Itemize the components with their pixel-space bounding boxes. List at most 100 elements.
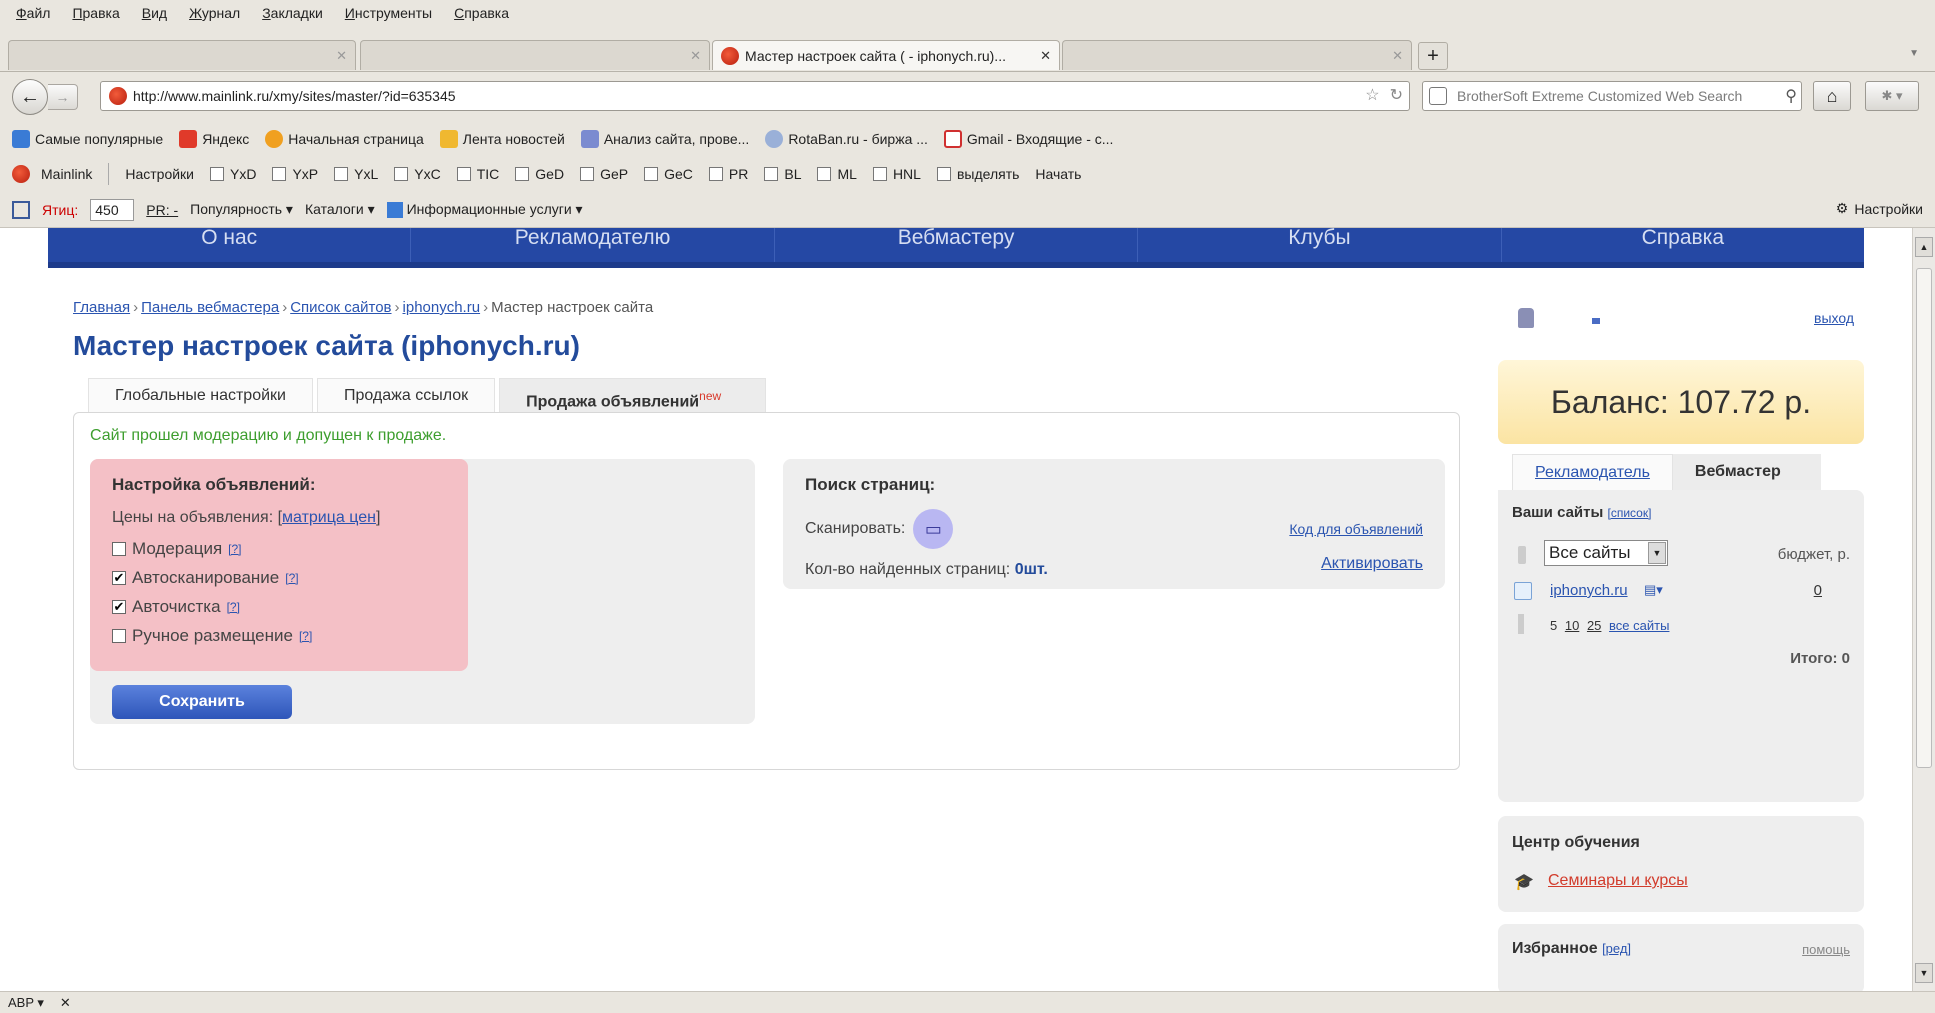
check-pr[interactable]: PR bbox=[708, 166, 748, 182]
site-link[interactable]: iphonych.ru bbox=[1550, 582, 1628, 599]
close-icon[interactable]: ✕ bbox=[690, 48, 701, 64]
activate-link[interactable]: Активировать bbox=[1321, 555, 1423, 573]
nav-clubs[interactable]: Клубы bbox=[1138, 228, 1502, 262]
browser-tab-4[interactable]: ✕ bbox=[1062, 40, 1412, 70]
search-box[interactable]: BrotherSoft Extreme Customized Web Searc… bbox=[1422, 81, 1802, 111]
nav-help[interactable]: Справка bbox=[1502, 228, 1864, 262]
scan-laptop-icon[interactable]: ▭ bbox=[913, 509, 954, 549]
check-gep[interactable]: GeP bbox=[580, 166, 628, 182]
breadcrumb-site[interactable]: iphonych.ru bbox=[403, 299, 481, 316]
start-button[interactable]: Начать bbox=[1035, 166, 1081, 182]
check-yxc[interactable]: YxC bbox=[394, 166, 441, 182]
menu-edit[interactable]: Правка bbox=[72, 5, 119, 21]
option-manual-placement[interactable]: Ручное размещение [?] bbox=[112, 626, 446, 646]
checkbox[interactable] bbox=[394, 167, 409, 181]
check-yxd[interactable]: YxD bbox=[210, 166, 256, 182]
check-highlight[interactable]: выделять bbox=[936, 166, 1019, 182]
checkbox[interactable] bbox=[580, 167, 595, 181]
pager-10[interactable]: 10 bbox=[1565, 618, 1579, 633]
sites-select[interactable]: Все сайты ▼ bbox=[1544, 540, 1668, 566]
browser-tab-active[interactable]: Мастер настроек сайта ( - iphonych.ru)..… bbox=[712, 40, 1060, 70]
close-icon[interactable]: ✕ bbox=[60, 995, 71, 1011]
sites-list-link[interactable]: [список] bbox=[1607, 506, 1651, 520]
breadcrumb-webmaster-panel[interactable]: Панель вебмастера bbox=[141, 299, 279, 316]
checkbox-autoclean[interactable]: ✔ bbox=[112, 600, 126, 614]
checkbox[interactable] bbox=[708, 167, 723, 181]
check-ged[interactable]: GeD bbox=[515, 166, 564, 182]
bookmark-item[interactable]: Gmail - Входящие - с... bbox=[943, 130, 1113, 148]
nav-webmasters[interactable]: Вебмастеру bbox=[775, 228, 1139, 262]
checkbox[interactable] bbox=[936, 167, 951, 181]
search-icon[interactable]: ⚲ bbox=[1785, 86, 1797, 106]
toolbar-settings[interactable]: ⚙ Настройки bbox=[1836, 200, 1923, 217]
star-icon[interactable]: ☆ bbox=[1365, 85, 1379, 105]
checkbox[interactable] bbox=[644, 167, 659, 181]
pager-25[interactable]: 25 bbox=[1587, 618, 1601, 633]
checkbox-moderation[interactable] bbox=[112, 542, 126, 556]
adblock-icon[interactable]: ABP ▾ bbox=[8, 995, 44, 1011]
ad-code-link[interactable]: Код для объявлений bbox=[1289, 521, 1423, 537]
help-link[interactable]: помощь bbox=[1802, 942, 1850, 957]
price-matrix-link[interactable]: матрица цен bbox=[282, 509, 376, 526]
bookmark-item[interactable]: Начальная страница bbox=[265, 130, 424, 148]
check-hnl[interactable]: HNL bbox=[872, 166, 921, 182]
tabs-list-icon[interactable]: ▼ bbox=[1909, 48, 1919, 59]
site-budget[interactable]: 0 bbox=[1814, 582, 1822, 599]
message-icon[interactable] bbox=[1592, 318, 1600, 324]
checkbox[interactable] bbox=[456, 167, 471, 181]
option-moderation[interactable]: Модерация [?] bbox=[112, 539, 446, 559]
checkbox[interactable] bbox=[872, 167, 887, 181]
browser-tab-1[interactable]: ✕ bbox=[8, 40, 356, 70]
close-icon[interactable]: ✕ bbox=[336, 48, 347, 64]
home-icon[interactable]: ⌂ bbox=[1813, 81, 1851, 111]
extension-icon[interactable]: ✱ ▾ bbox=[1865, 81, 1919, 111]
page-scrollbar[interactable]: ▲ ▼ bbox=[1912, 228, 1935, 991]
check-bl[interactable]: BL bbox=[764, 166, 801, 182]
check-ml[interactable]: ML bbox=[817, 166, 857, 182]
close-icon[interactable]: ✕ bbox=[1040, 48, 1051, 64]
pager-all[interactable]: все сайты bbox=[1609, 618, 1669, 633]
menu-history[interactable]: Журнал bbox=[189, 5, 240, 21]
option-autoscan[interactable]: ✔ Автосканирование [?] bbox=[112, 568, 446, 588]
yandex-bar-icon[interactable] bbox=[12, 200, 30, 219]
checkbox-manual-placement[interactable] bbox=[112, 629, 126, 643]
help-link[interactable]: [?] bbox=[227, 600, 240, 614]
tab-ad-sales[interactable]: Продажа объявленийnew bbox=[499, 378, 767, 412]
tab-advertiser[interactable]: Рекламодатель bbox=[1512, 454, 1673, 490]
close-icon[interactable]: ✕ bbox=[1392, 48, 1403, 64]
help-link[interactable]: [?] bbox=[285, 571, 298, 585]
new-tab-button[interactable]: + bbox=[1418, 42, 1448, 70]
checkbox[interactable] bbox=[210, 167, 225, 181]
checkbox[interactable] bbox=[272, 167, 287, 181]
breadcrumb-home[interactable]: Главная bbox=[73, 299, 130, 316]
scroll-up-icon[interactable]: ▲ bbox=[1915, 237, 1933, 257]
tab-link-sales[interactable]: Продажа ссылок bbox=[316, 378, 496, 412]
menu-tools[interactable]: Инструменты bbox=[345, 5, 432, 21]
help-link[interactable]: [?] bbox=[299, 629, 312, 643]
bookmark-item[interactable]: Самые популярные bbox=[12, 130, 163, 148]
bookmark-item[interactable]: RotaBan.ru - биржа ... bbox=[765, 130, 928, 148]
breadcrumb-sites-list[interactable]: Список сайтов bbox=[290, 299, 391, 316]
check-yxl[interactable]: YxL bbox=[334, 166, 378, 182]
nav-advertisers[interactable]: Рекламодателю bbox=[411, 228, 775, 262]
bookmark-item[interactable]: Анализ сайта, прове... bbox=[580, 130, 749, 148]
scroll-down-icon[interactable]: ▼ bbox=[1915, 963, 1933, 983]
mainlink-settings[interactable]: Настройки bbox=[125, 166, 194, 182]
checkbox[interactable] bbox=[515, 167, 530, 181]
back-arrow-icon[interactable]: ← bbox=[12, 79, 48, 115]
menu-view[interactable]: Вид bbox=[142, 5, 167, 21]
info-services-menu[interactable]: Информационные услуги ▾ bbox=[386, 201, 583, 219]
save-button[interactable]: Сохранить bbox=[112, 685, 292, 719]
browser-tab-2[interactable]: ✕ bbox=[360, 40, 710, 70]
menu-bookmarks[interactable]: Закладки bbox=[262, 5, 323, 21]
search-engine-icon[interactable] bbox=[1429, 87, 1447, 105]
forward-arrow-icon[interactable]: → bbox=[48, 84, 78, 110]
help-link[interactable]: [?] bbox=[228, 542, 241, 556]
bookmark-item[interactable]: Яндекс bbox=[179, 130, 249, 148]
option-autoclean[interactable]: ✔ Авточистка [?] bbox=[112, 597, 446, 617]
bookmark-item[interactable]: Лента новостей bbox=[439, 130, 565, 148]
menu-file[interactable]: Файл bbox=[16, 5, 50, 21]
popularity-menu[interactable]: Популярность ▾ bbox=[190, 201, 293, 218]
favorites-edit-link[interactable]: [ред] bbox=[1602, 941, 1631, 956]
checkbox-autoscan[interactable]: ✔ bbox=[112, 571, 126, 585]
